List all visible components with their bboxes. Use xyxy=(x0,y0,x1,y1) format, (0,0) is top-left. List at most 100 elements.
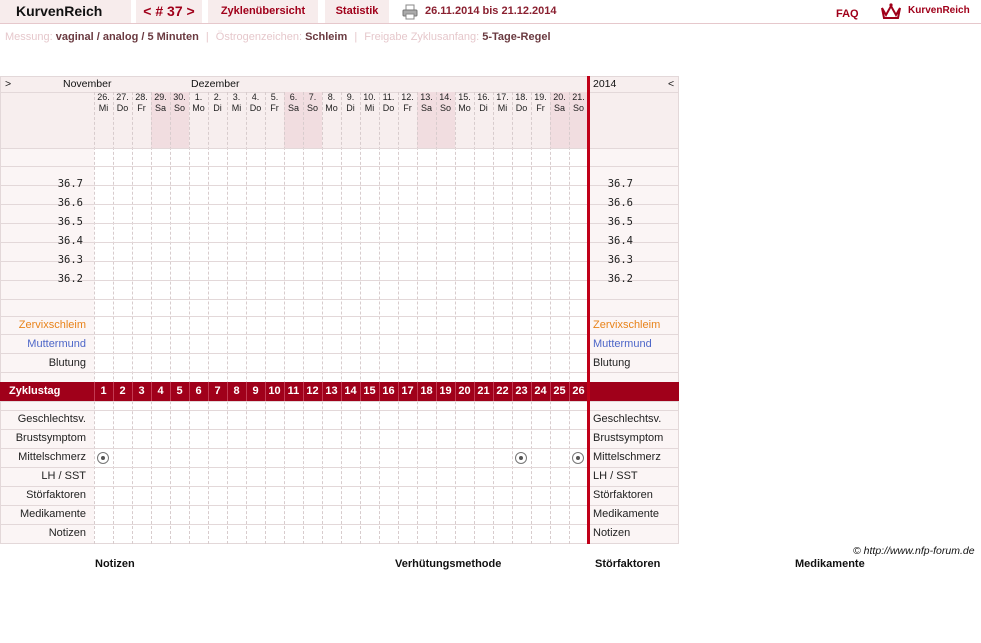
day-header[interactable]: 19. Fr xyxy=(531,92,550,148)
mittelschmerz-icon[interactable] xyxy=(97,452,109,464)
day-header[interactable]: 21. So xyxy=(569,92,588,148)
day-header[interactable]: 13. Sa xyxy=(417,92,436,148)
day-date: 27. xyxy=(116,92,129,102)
day-header[interactable]: 26. Mi xyxy=(94,92,113,148)
mittelschmerz-icon[interactable] xyxy=(572,452,584,464)
day-header[interactable]: 12. Fr xyxy=(398,92,417,148)
day-header[interactable]: 11. Do xyxy=(379,92,398,148)
day-date: 17. xyxy=(496,92,509,102)
day-weekday: Do xyxy=(382,103,395,113)
grid-row-line xyxy=(0,524,679,525)
day-date: 29. xyxy=(154,92,167,102)
day-date: 12. xyxy=(401,92,414,102)
day-weekday: Di xyxy=(346,103,355,113)
crown-icon xyxy=(881,3,901,19)
temperature-label-right: 36.7 xyxy=(607,178,633,190)
cycle-day-number: 19 xyxy=(439,385,452,397)
day-weekday: Fr xyxy=(137,103,146,113)
temperature-label-right: 36.4 xyxy=(607,235,633,247)
logo-text: KurvenReich xyxy=(908,5,970,16)
scroll-right-button[interactable]: > xyxy=(5,78,11,90)
day-header[interactable]: 8. Mo xyxy=(322,92,341,148)
scroll-left-button[interactable]: < xyxy=(668,78,674,90)
day-header[interactable]: 14. So xyxy=(436,92,455,148)
day-header[interactable]: 27. Do xyxy=(113,92,132,148)
cycle-day-separator xyxy=(417,382,418,401)
day-header[interactable]: 20. Sa xyxy=(550,92,569,148)
cycle-day-separator xyxy=(303,382,304,401)
cycle-day-separator xyxy=(113,382,114,401)
cycle-day-separator xyxy=(474,382,475,401)
row-label-right[interactable]: Zervixschleim xyxy=(593,316,679,335)
day-header[interactable]: 4. Do xyxy=(246,92,265,148)
day-header[interactable]: 15. Mo xyxy=(455,92,474,148)
day-header[interactable]: 17. Mi xyxy=(493,92,512,148)
day-date: 9. xyxy=(346,92,355,102)
mittelschmerz-icon[interactable] xyxy=(515,452,527,464)
cycle-day-separator xyxy=(550,382,551,401)
day-date: 7. xyxy=(308,92,317,102)
cycle-day-separator xyxy=(94,382,95,401)
day-header[interactable]: 10. Mi xyxy=(360,92,379,148)
row-label[interactable]: Zervixschleim xyxy=(0,316,86,335)
year-label: 2014 xyxy=(593,78,617,90)
day-date: 15. xyxy=(458,92,471,102)
row-label: LH / SST xyxy=(41,470,86,482)
cycle-day-number: 17 xyxy=(401,385,414,397)
cycle-day-separator xyxy=(151,382,152,401)
day-header[interactable]: 9. Di xyxy=(341,92,360,148)
grid-row-line xyxy=(0,486,679,487)
day-grid-line xyxy=(189,92,190,544)
day-header[interactable]: 28. Fr xyxy=(132,92,151,148)
row-label: Mittelschmerz xyxy=(18,451,86,463)
day-header[interactable]: 3. Mi xyxy=(227,92,246,148)
cycle-day-bar: Zyklustag 1 2 3 4 5 6 7 8 9 10 11 12 13 14 15 16 17 18 19 2… xyxy=(0,382,679,401)
day-date: 8. xyxy=(327,92,336,102)
day-header[interactable]: 29. Sa xyxy=(151,92,170,148)
cycle-day-number: 4 xyxy=(157,385,164,397)
app-brand[interactable]: KurvenReich xyxy=(0,0,131,23)
copyright[interactable]: © http://www.nfp-forum.de xyxy=(853,545,975,557)
day-weekday: Sa xyxy=(287,103,299,113)
day-date: 3. xyxy=(232,92,241,102)
day-weekday: Do xyxy=(515,103,528,113)
row-label[interactable]: Muttermund xyxy=(0,335,86,354)
day-header[interactable]: 2. Di xyxy=(208,92,227,148)
row-label: Medikamente xyxy=(19,508,86,520)
day-date: 26. xyxy=(97,92,110,102)
statistics-link[interactable]: Statistik xyxy=(325,0,389,23)
day-header[interactable]: 16. Di xyxy=(474,92,493,148)
day-date: 30. xyxy=(173,92,186,102)
grid-row-line xyxy=(0,505,679,506)
cycle-day-number: 12 xyxy=(306,385,319,397)
day-header[interactable]: 7. So xyxy=(303,92,322,148)
day-header[interactable]: 1. Mo xyxy=(189,92,208,148)
cycle-day-separator xyxy=(379,382,380,401)
cycle-day-number: 8 xyxy=(233,385,240,397)
day-weekday: Mi xyxy=(497,103,508,113)
day-weekday: So xyxy=(572,103,584,113)
cycle-day-number: 15 xyxy=(363,385,376,397)
day-weekday: Di xyxy=(479,103,488,113)
day-header[interactable]: 6. Sa xyxy=(284,92,303,148)
day-header[interactable]: 5. Fr xyxy=(265,92,284,148)
day-date: 11. xyxy=(382,92,395,102)
day-date: 6. xyxy=(289,92,298,102)
printer-icon[interactable] xyxy=(402,4,418,20)
cycle-day-separator xyxy=(455,382,456,401)
grid-row-line xyxy=(0,429,679,430)
day-date: 10. xyxy=(363,92,376,102)
separator: | xyxy=(205,31,209,43)
cycle-day-separator xyxy=(284,382,285,401)
day-header[interactable]: 30. So xyxy=(170,92,189,148)
day-weekday: Mo xyxy=(325,103,338,113)
cycle-navigator[interactable]: < # 37 > xyxy=(136,0,202,23)
cycle-overview-link[interactable]: Zyklenübersicht xyxy=(208,0,318,23)
month-november: November xyxy=(63,78,112,90)
row-label: Geschlechtsv. xyxy=(17,413,86,425)
day-header[interactable]: 18. Do xyxy=(512,92,531,148)
grid-row-line xyxy=(0,299,679,300)
separator: | xyxy=(354,31,358,43)
release-value: 5-Tage-Regel xyxy=(482,31,551,43)
row-label-right[interactable]: Muttermund xyxy=(593,335,679,354)
